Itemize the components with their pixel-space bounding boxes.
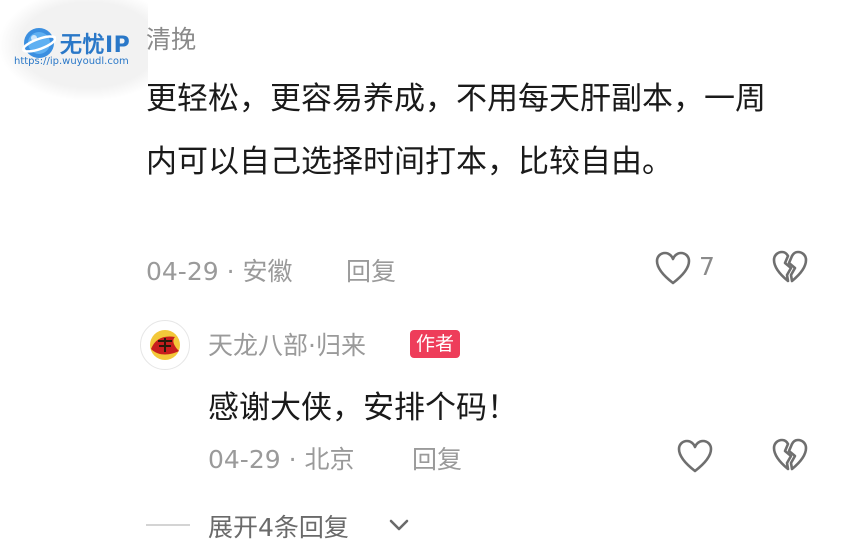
game-logo-icon xyxy=(150,330,180,360)
watermark-url: https://ip.wuyoudl.com xyxy=(14,56,129,67)
comment-text: 更轻松，更容易养成，不用每天肝副本，一周内可以自己选择时间打本，比较自由。 xyxy=(146,81,766,180)
reply-text: 感谢大侠，安排个码！ xyxy=(208,390,518,426)
chevron-down-icon[interactable] xyxy=(388,516,410,534)
broken-heart-icon[interactable] xyxy=(771,248,809,286)
comment-username[interactable]: 清挽 xyxy=(146,20,196,56)
reply-date-location: 04-29 · 北京 xyxy=(208,445,355,474)
like-count: 7 xyxy=(699,252,715,281)
expand-divider xyxy=(146,524,190,526)
reply-reply-button[interactable]: 回复 xyxy=(412,440,462,476)
comment-reply-button[interactable]: 回复 xyxy=(346,252,396,288)
expand-replies-button[interactable]: 展开4条回复 xyxy=(208,508,349,544)
avatar[interactable] xyxy=(140,320,190,370)
broken-heart-icon[interactable] xyxy=(771,436,809,474)
heart-outline-icon[interactable] xyxy=(654,250,692,286)
reply-username[interactable]: 天龙八部·归来 xyxy=(208,326,366,362)
planet-logo-icon xyxy=(22,28,56,58)
comment-date-location: 04-29 · 安徽 xyxy=(146,257,293,286)
watermark-name: 无忧IP xyxy=(60,33,131,58)
author-badge: 作者 xyxy=(410,330,461,358)
heart-outline-icon[interactable] xyxy=(676,438,714,474)
